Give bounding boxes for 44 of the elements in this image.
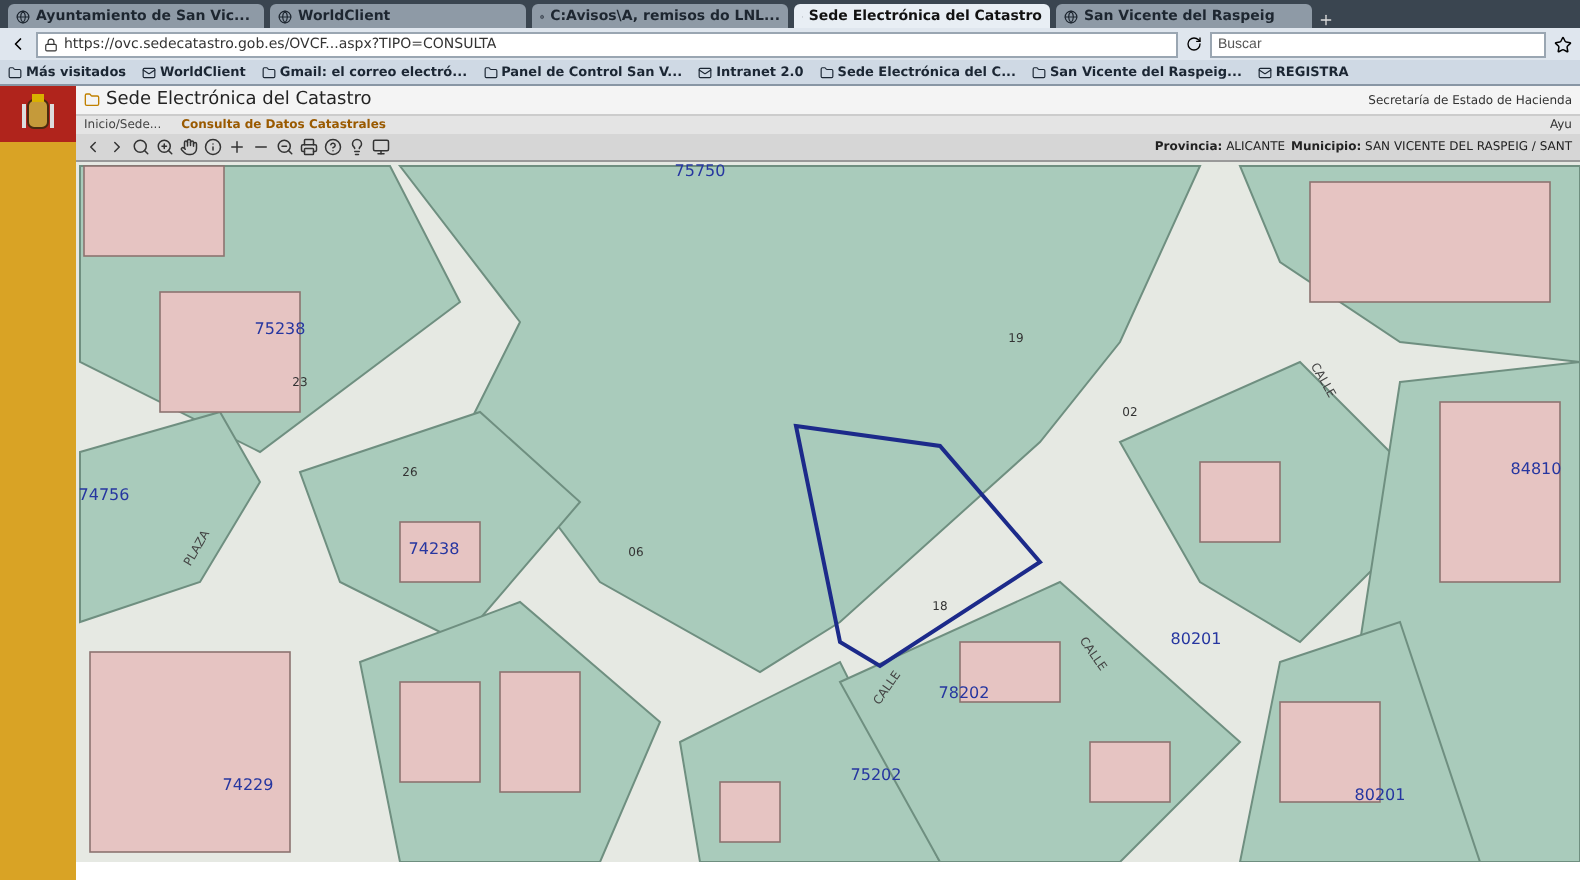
building-footprint [1199, 461, 1281, 543]
building-footprint [83, 165, 225, 257]
selected-parcel-outline[interactable] [793, 423, 1043, 669]
lightbulb-icon[interactable] [348, 138, 366, 156]
lock-icon [44, 37, 58, 51]
help-icon[interactable] [324, 138, 342, 156]
site-title: Sede Electrónica del Catastro [106, 90, 372, 110]
envelope-icon [698, 65, 713, 79]
monitor-icon[interactable] [372, 138, 390, 156]
forward-icon[interactable] [108, 138, 126, 156]
parcel-number: 78202 [938, 684, 990, 702]
parcel-number: 75202 [850, 766, 902, 784]
folder-icon [819, 65, 834, 79]
zoom-out-icon[interactable] [276, 138, 294, 156]
building-footprint [399, 681, 481, 783]
reload-icon[interactable] [1186, 36, 1202, 52]
print-icon[interactable] [300, 138, 318, 156]
parcel-number: 84810 [1510, 460, 1562, 478]
parcel-number: 74229 [222, 776, 274, 794]
parcel-number: 80201 [1354, 786, 1406, 804]
building-footprint [719, 781, 781, 843]
folder-icon [483, 65, 498, 79]
info-icon[interactable] [204, 138, 222, 156]
catastro-logo-icon [84, 92, 100, 108]
folder-icon [261, 65, 276, 79]
parcel-number: 80201 [1170, 630, 1222, 648]
envelope-icon [142, 65, 157, 79]
envelope-icon [1257, 65, 1272, 79]
zoom-in-icon[interactable] [156, 138, 174, 156]
hand-icon[interactable] [180, 138, 198, 156]
star-icon[interactable] [1554, 35, 1572, 53]
parcel-number: 75238 [254, 320, 306, 338]
building-footprint [399, 521, 481, 583]
folder-icon [1031, 65, 1046, 79]
back-icon[interactable] [84, 138, 102, 156]
folder-icon [8, 65, 22, 79]
building-footprint [499, 671, 581, 793]
parcel-number: 74756 [78, 486, 130, 504]
building-footprint [1089, 741, 1171, 803]
plus-icon[interactable] [228, 138, 246, 156]
parcel-number: 75750 [674, 162, 726, 180]
new-tab-icon[interactable] [1318, 12, 1334, 28]
search-icon[interactable] [132, 138, 150, 156]
parcel-number: 74238 [408, 540, 460, 558]
